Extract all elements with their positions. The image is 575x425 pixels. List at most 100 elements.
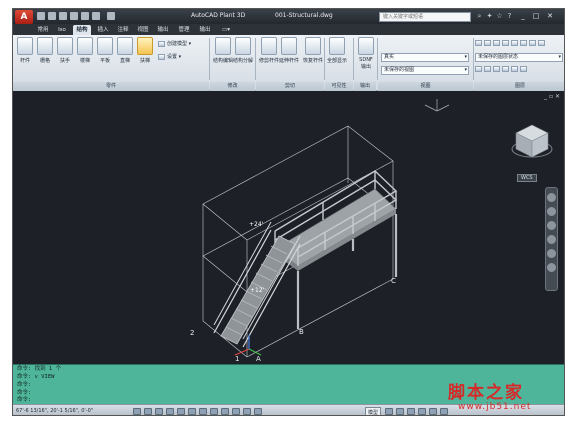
redo-icon[interactable] (92, 12, 100, 20)
command-history-line: 命令: v VIEW (17, 374, 55, 380)
zoom-icon[interactable] (547, 221, 556, 230)
snap-mode-icon[interactable] (144, 408, 152, 415)
clean-screen-icon[interactable] (440, 408, 448, 415)
open-file-icon[interactable] (48, 12, 56, 20)
view-panel-label[interactable]: 视图 (378, 82, 473, 91)
application-menu-button[interactable]: A (15, 10, 33, 24)
help-icon[interactable]: ? (505, 12, 514, 21)
steering-wheel-icon[interactable] (547, 193, 556, 202)
chevron-down-icon: ▾ (558, 54, 561, 60)
workspace-icon[interactable] (107, 12, 115, 20)
railing-button[interactable]: 扶手 (55, 37, 75, 64)
close-icon[interactable]: ✕ (544, 11, 556, 21)
grid-display-icon[interactable] (155, 408, 163, 415)
show-all-icon (329, 37, 345, 55)
title-bar: A AutoCAD Plant 3D 001-Structural.dwg ⌕ … (13, 9, 564, 24)
sdnf-output-button[interactable]: SDNF 输出 (356, 37, 376, 70)
ortho-mode-icon[interactable] (166, 408, 174, 415)
named-view-combo[interactable]: 未保存的视图 ▾ (381, 66, 469, 75)
save-icon[interactable] (59, 12, 67, 20)
orbit-icon[interactable] (547, 235, 556, 244)
lineweight-icon[interactable] (243, 408, 251, 415)
visibility-panel-label[interactable]: 可见性 (325, 82, 353, 91)
wcs-menu[interactable]: WCS (517, 174, 537, 182)
cut-panel-label[interactable]: 剪切 (256, 82, 324, 91)
create-model-icon (158, 40, 165, 47)
structure-explode-button[interactable]: 结构分解 (233, 37, 253, 64)
search-icon[interactable]: ⌕ (475, 12, 484, 21)
layers-panel-label[interactable]: 图层 (474, 82, 564, 91)
minimize-icon[interactable]: _ (517, 11, 529, 21)
panel-divider (255, 38, 256, 80)
ladder-button[interactable]: 直梯 (115, 37, 135, 64)
ribbon-panel: 杆件 栅格 扶手 楼梯 平板 直梯 扶梯 创建模型 ▾ 设置 ▾ 零件 结构编辑… (13, 35, 564, 91)
cursor-coordinates: 67'-6 13/16", 20'-1 5/16", 0'-0" (16, 408, 94, 414)
layer-tools-icons[interactable] (475, 40, 547, 47)
3d-object-snap-icon[interactable] (199, 408, 207, 415)
structure-explode-icon (235, 37, 251, 55)
viewcube[interactable] (510, 119, 554, 163)
trim-member-icon (261, 37, 277, 55)
show-all-button[interactable]: 全部显示 (327, 37, 347, 64)
chevron-down-icon: ▾ (464, 54, 467, 60)
drawing-viewport[interactable]: _ ▫ ✕ 2 1 A B C +24' +12' WCS (13, 91, 564, 364)
tab-view[interactable]: 视图 (135, 25, 151, 35)
tab-output-2[interactable]: 输出 (197, 25, 213, 35)
tab-output[interactable]: 输出 (155, 25, 171, 35)
workspace-switch-icon[interactable] (407, 408, 415, 415)
communication-center-icon[interactable]: ☆ (495, 12, 504, 21)
trim-member-button[interactable]: 修剪杆件 (259, 37, 279, 64)
parts-panel-label[interactable]: 零件 (13, 82, 209, 91)
extend-member-button[interactable]: 延伸杆件 (279, 37, 299, 64)
tab-more-icon[interactable]: ▭▾ (219, 25, 233, 35)
subscription-icon[interactable]: ✦ (485, 12, 494, 21)
plate-button[interactable]: 平板 (95, 37, 115, 64)
grating-button[interactable]: 栅格 (35, 37, 55, 64)
create-model-button[interactable]: 创建模型 ▾ (158, 40, 191, 47)
grid-label-b: B (299, 328, 304, 336)
lock-icon[interactable] (418, 408, 426, 415)
tab-home[interactable]: 常用 (35, 25, 51, 35)
stair-button[interactable]: 楼梯 (75, 37, 95, 64)
maximize-icon[interactable]: □ (530, 11, 542, 21)
restore-member-button[interactable]: 恢复杆件 (303, 37, 323, 64)
polar-tracking-icon[interactable] (177, 408, 185, 415)
navigation-settings-icon[interactable] (547, 263, 556, 272)
settings-button[interactable]: 设置 ▾ (158, 53, 181, 60)
plate-icon (97, 37, 113, 55)
infer-constraints-icon[interactable] (133, 408, 141, 415)
object-snap-icon[interactable] (188, 408, 196, 415)
structure-edit-button[interactable]: 结构编辑 (213, 37, 233, 64)
model-space-button[interactable]: 模型 (365, 407, 382, 415)
annotation-scale-icon[interactable] (396, 408, 404, 415)
modify-panel-label[interactable]: 修改 (210, 82, 255, 91)
dynamic-ucs-icon[interactable] (221, 408, 229, 415)
structure-edit-icon (215, 37, 231, 55)
undo-icon[interactable] (81, 12, 89, 20)
transparency-icon[interactable] (254, 408, 262, 415)
save-as-icon[interactable] (70, 12, 78, 20)
output-panel-label[interactable]: 输出 (354, 82, 376, 91)
search-input[interactable] (379, 12, 471, 22)
visual-style-combo[interactable]: 真实 ▾ (381, 53, 469, 62)
panel-divider (473, 38, 474, 80)
layer-combo-icons[interactable] (475, 66, 529, 73)
restore-member-icon (305, 37, 321, 55)
layout-icon[interactable] (385, 408, 393, 415)
stair-icon (77, 37, 93, 55)
pan-icon[interactable] (547, 207, 556, 216)
dynamic-input-icon[interactable] (232, 408, 240, 415)
member-button[interactable]: 杆件 (15, 37, 35, 64)
tab-iso[interactable]: Iso (55, 25, 69, 35)
layer-state-combo[interactable]: 未保存的图层状态 ▾ (475, 53, 563, 62)
isolate-objects-icon[interactable] (429, 408, 437, 415)
stair-ladder-button[interactable]: 扶梯 (135, 37, 155, 64)
tab-insert[interactable]: 插入 (95, 25, 111, 35)
tab-structure[interactable]: 结构 (73, 25, 91, 35)
object-snap-tracking-icon[interactable] (210, 408, 218, 415)
tab-manage[interactable]: 管理 (175, 25, 193, 35)
new-file-icon[interactable] (37, 12, 45, 20)
navigation-bar[interactable] (545, 187, 558, 291)
tab-annotate[interactable]: 注释 (115, 25, 131, 35)
showmotion-icon[interactable] (547, 249, 556, 258)
